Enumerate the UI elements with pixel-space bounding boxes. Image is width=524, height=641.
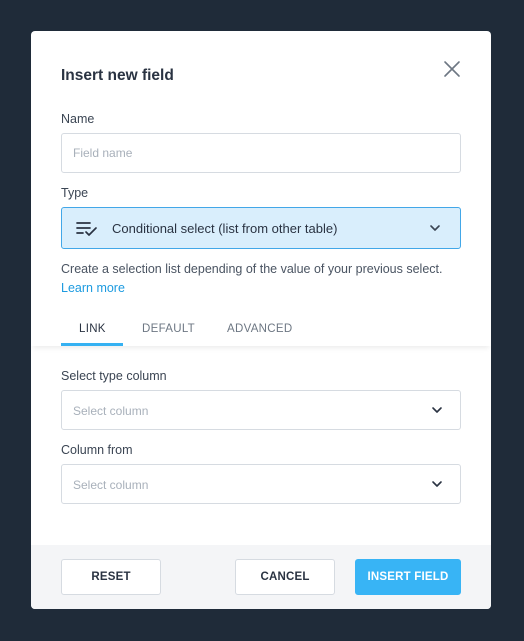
cancel-button[interactable]: CANCEL xyxy=(235,559,335,595)
column-from-label: Column from xyxy=(61,443,133,457)
select-type-column-dropdown[interactable]: Select column xyxy=(61,390,461,430)
tab-link[interactable]: LINK xyxy=(79,323,106,335)
dialog-footer: RESET CANCEL INSERT FIELD xyxy=(31,545,491,609)
field-name-input[interactable] xyxy=(61,133,461,173)
type-select[interactable]: Conditional select (list from other tabl… xyxy=(61,207,461,249)
insert-field-dialog: Insert new field Name Type Conditional s… xyxy=(31,31,491,609)
learn-more-link[interactable]: Learn more xyxy=(61,281,125,295)
list-check-icon xyxy=(76,222,97,236)
reset-button[interactable]: RESET xyxy=(61,559,161,595)
tab-advanced[interactable]: ADVANCED xyxy=(227,323,292,335)
type-description: Create a selection list depending of the… xyxy=(61,260,461,298)
tab-default[interactable]: DEFAULT xyxy=(142,323,195,335)
chevron-down-icon xyxy=(432,481,442,487)
select-type-column-placeholder: Select column xyxy=(73,404,149,418)
description-text: Create a selection list depending of the… xyxy=(61,262,443,276)
select-type-column-label: Select type column xyxy=(61,369,167,383)
tab-bar: LINK DEFAULT ADVANCED xyxy=(31,313,491,346)
name-label: Name xyxy=(61,112,95,126)
insert-field-button[interactable]: INSERT FIELD xyxy=(355,559,461,595)
close-button[interactable] xyxy=(442,59,462,79)
modal-backdrop: Insert new field Name Type Conditional s… xyxy=(0,0,524,641)
dialog-title: Insert new field xyxy=(61,67,174,84)
chevron-down-icon xyxy=(432,407,442,413)
column-from-placeholder: Select column xyxy=(73,478,149,492)
chevron-down-icon xyxy=(430,225,440,231)
type-select-value: Conditional select (list from other tabl… xyxy=(112,221,338,236)
active-tab-indicator xyxy=(61,343,123,346)
close-icon xyxy=(444,61,460,77)
type-label: Type xyxy=(61,186,89,200)
column-from-dropdown[interactable]: Select column xyxy=(61,464,461,504)
